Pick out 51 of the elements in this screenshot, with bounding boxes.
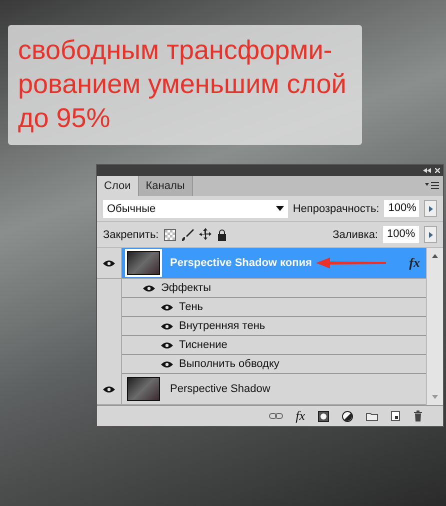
trash-icon[interactable]: [413, 410, 423, 422]
layer-thumbnail: [127, 377, 160, 401]
layer-row[interactable]: Perspective Shadow копия fx: [97, 248, 426, 279]
blend-mode-dropdown[interactable]: Обычные: [103, 200, 288, 218]
eye-icon[interactable]: [142, 284, 156, 292]
opacity-slider-button[interactable]: [424, 200, 438, 217]
close-icon[interactable]: [435, 168, 440, 173]
adjustment-icon[interactable]: [342, 410, 353, 422]
effect-name[interactable]: Выполнить обводку: [179, 358, 280, 370]
eye-icon[interactable]: [160, 340, 174, 350]
caption-text: рованием уменьшим слой: [18, 68, 348, 101]
brush-icon[interactable]: [180, 228, 194, 241]
opacity-field[interactable]: 100%: [384, 200, 420, 217]
eye-icon[interactable]: [160, 360, 174, 368]
effect-name[interactable]: Внутренняя тень: [179, 320, 266, 332]
layer-name: Perspective Shadow: [170, 383, 270, 395]
caret-icon: [276, 206, 284, 211]
lock-icon[interactable]: [216, 228, 227, 240]
effects-indicator-label: fx: [409, 255, 420, 271]
caret-icon: [428, 206, 433, 212]
layer-row[interactable]: Perspective Shadow: [97, 374, 426, 405]
panel-menu-icon[interactable]: [425, 182, 439, 190]
layer-thumbnail: [127, 251, 160, 275]
mask-icon[interactable]: [318, 410, 329, 422]
layer-name: Perspective Shadow копия: [170, 257, 312, 269]
fill-label: Заливка:: [332, 228, 378, 240]
eye-icon[interactable]: [102, 384, 116, 394]
fill-slider-button[interactable]: [424, 226, 437, 243]
eye-icon[interactable]: [160, 322, 174, 330]
lock-label: Закрепить:: [103, 228, 159, 240]
fill-field[interactable]: 100%: [383, 226, 419, 243]
lock-transparency-icon[interactable]: [164, 228, 176, 240]
scrollbar[interactable]: [426, 248, 443, 405]
effect-name[interactable]: Тень: [179, 301, 204, 313]
panel-tab[interactable]: Каналы: [138, 176, 193, 196]
effect-name[interactable]: Тиснение: [179, 339, 228, 351]
effects-label: Эффекты: [161, 282, 212, 294]
eye-icon[interactable]: [102, 258, 116, 268]
panel-tab[interactable]: Слои: [97, 176, 139, 196]
scroll-up-icon[interactable]: [432, 254, 438, 258]
caret-icon: [428, 232, 432, 238]
move-icon[interactable]: [198, 228, 212, 241]
link-icon[interactable]: [268, 413, 283, 419]
eye-icon[interactable]: [160, 302, 174, 312]
collapse-icon[interactable]: [423, 168, 431, 173]
new-layer-icon[interactable]: [391, 411, 400, 421]
opacity-label: Непрозрачность:: [292, 202, 380, 214]
caption-text: до 95%: [18, 102, 112, 135]
folder-icon[interactable]: [366, 412, 378, 420]
add-style-button[interactable]: fx: [296, 408, 305, 424]
caption-text: свободным трансформи-: [18, 34, 334, 67]
